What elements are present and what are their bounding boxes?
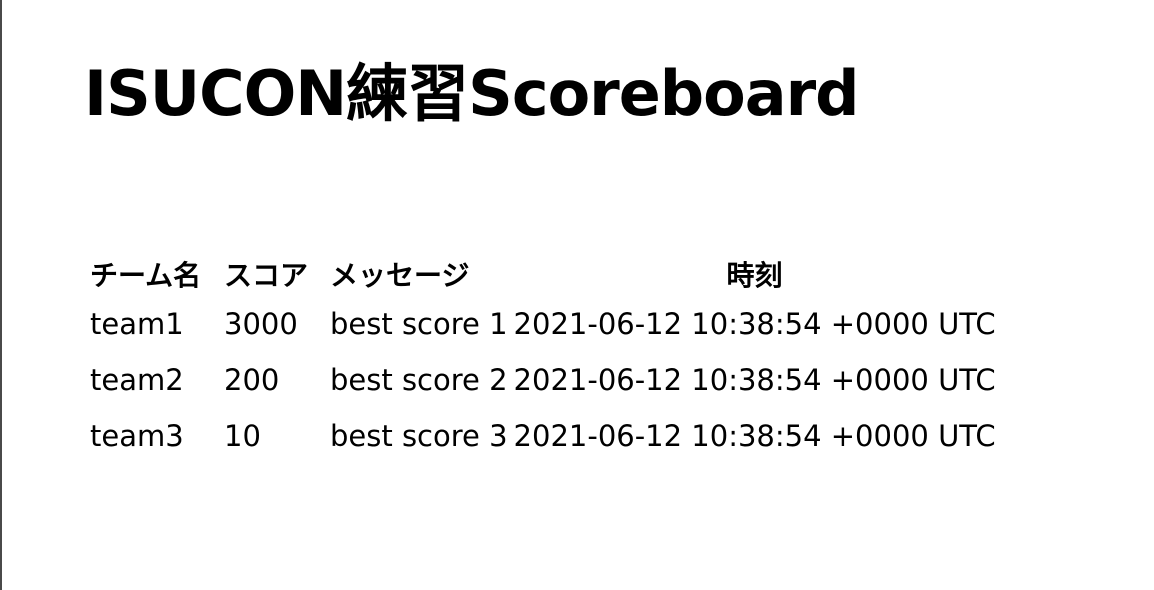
table-row: team1 3000 best score 1 2021-06-12 10:38…: [84, 296, 996, 352]
cell-score: 3000: [224, 307, 298, 341]
cell-time: 2021-06-12 10:38:54 +0000 UTC: [513, 363, 996, 397]
table-row: team2 200 best score 2 2021-06-12 10:38:…: [84, 352, 996, 408]
cell-score: 200: [224, 363, 280, 397]
cell-message: best score 3: [330, 419, 508, 453]
header-message: メッセージ: [330, 259, 470, 292]
window-left-border: [0, 0, 2, 590]
cell-team: team1: [90, 307, 184, 341]
scoreboard-page: ISUCON練習Scoreboard チーム名 スコア メッセージ 時刻 tea…: [84, 56, 1154, 453]
table-header-row: チーム名 スコア メッセージ 時刻: [84, 252, 996, 296]
table-body: team1 3000 best score 1 2021-06-12 10:38…: [84, 296, 996, 464]
header-time: 時刻: [726, 259, 783, 292]
table-header: チーム名 スコア メッセージ 時刻: [84, 252, 996, 296]
scoreboard-table: チーム名 スコア メッセージ 時刻 team1 3000 best score …: [84, 252, 996, 464]
header-team-name: チーム名: [90, 259, 202, 292]
table-row: team3 10 best score 3 2021-06-12 10:38:5…: [84, 408, 996, 464]
cell-message: best score 1: [330, 307, 508, 341]
cell-time: 2021-06-12 10:38:54 +0000 UTC: [513, 307, 996, 341]
cell-time: 2021-06-12 10:38:54 +0000 UTC: [513, 419, 996, 453]
cell-team: team3: [90, 419, 184, 453]
page-title: ISUCON練習Scoreboard: [84, 57, 860, 130]
cell-message: best score 2: [330, 363, 508, 397]
cell-team: team2: [90, 363, 184, 397]
header-score: スコア: [224, 259, 309, 292]
cell-score: 10: [224, 419, 261, 453]
